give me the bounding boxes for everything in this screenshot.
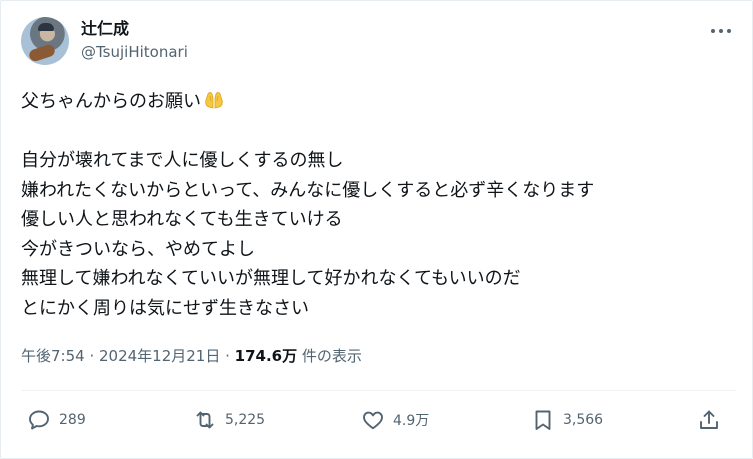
bookmark-button[interactable]: 3,566 [531, 403, 603, 437]
post-line: 無理して嫌われなくていいが無理して好かれなくてもいいのだ [21, 268, 521, 289]
divider [21, 390, 736, 391]
post-line: 嫌われたくないからといって、みんなに優しくすると必ず辛くなります [21, 179, 595, 201]
post-header: 辻仁成 @TsujiHitonari [21, 15, 736, 71]
reply-count: 289 [59, 412, 86, 428]
share-button[interactable] [697, 403, 721, 437]
post-line-text: 父ちゃんからのお願い [21, 91, 201, 112]
author-display-name[interactable]: 辻仁成 [81, 19, 129, 39]
post-line: とにかく周りは気にせず生きなさい [21, 297, 309, 319]
bookmark-icon [535, 410, 551, 430]
view-count: 174.6万 [234, 347, 298, 365]
more-icon[interactable] [706, 21, 736, 41]
meta-separator: · [220, 347, 235, 365]
bookmark-count: 3,566 [563, 412, 604, 428]
repost-button[interactable]: 5,225 [193, 403, 265, 437]
like-button[interactable]: 4.9万 [361, 403, 429, 437]
avatar-cap [38, 23, 54, 31]
reply-icon [29, 410, 49, 430]
praying-hands-emoji-icon [205, 92, 223, 109]
repost-count: 5,225 [225, 412, 266, 428]
share-icon [700, 410, 718, 429]
post-line [21, 117, 736, 147]
post-time[interactable]: 午後7:54 [21, 347, 85, 365]
post-line: 今がきついなら、やめてよし [21, 238, 255, 260]
post-card: 辻仁成 @TsujiHitonari 父ちゃんからのお願い 自分が壊れてまで人に… [0, 0, 753, 459]
avatar-guitar [27, 43, 57, 63]
action-bar: 289 5,225 4.9万 3,566 [21, 403, 736, 437]
post-line: 優しい人と思われなくても生きていける [21, 209, 343, 230]
like-count: 4.9万 [393, 413, 430, 429]
post-line: 自分が壊れてまで人に優しくするの無し [21, 150, 344, 171]
meta-separator: · [84, 347, 99, 365]
author-handle[interactable]: @TsujiHitonari [81, 42, 188, 62]
view-count-label: 件の表示 [297, 347, 362, 365]
post-date[interactable]: 2024年12月21日 [99, 347, 220, 365]
avatar[interactable] [21, 17, 69, 65]
post-meta: 午後7:54 · 2024年12月21日 · 174.6万 件の表示 [21, 345, 362, 367]
reply-button[interactable]: 289 [27, 403, 86, 437]
repost-icon [196, 411, 214, 429]
more-horizontal-icon [711, 29, 731, 33]
heart-icon [363, 411, 383, 430]
post-line: 父ちゃんからのお願い [21, 87, 736, 117]
post-text: 父ちゃんからのお願い 自分が壊れてまで人に優しくするの無し 嫌われたくないからと… [21, 87, 736, 323]
